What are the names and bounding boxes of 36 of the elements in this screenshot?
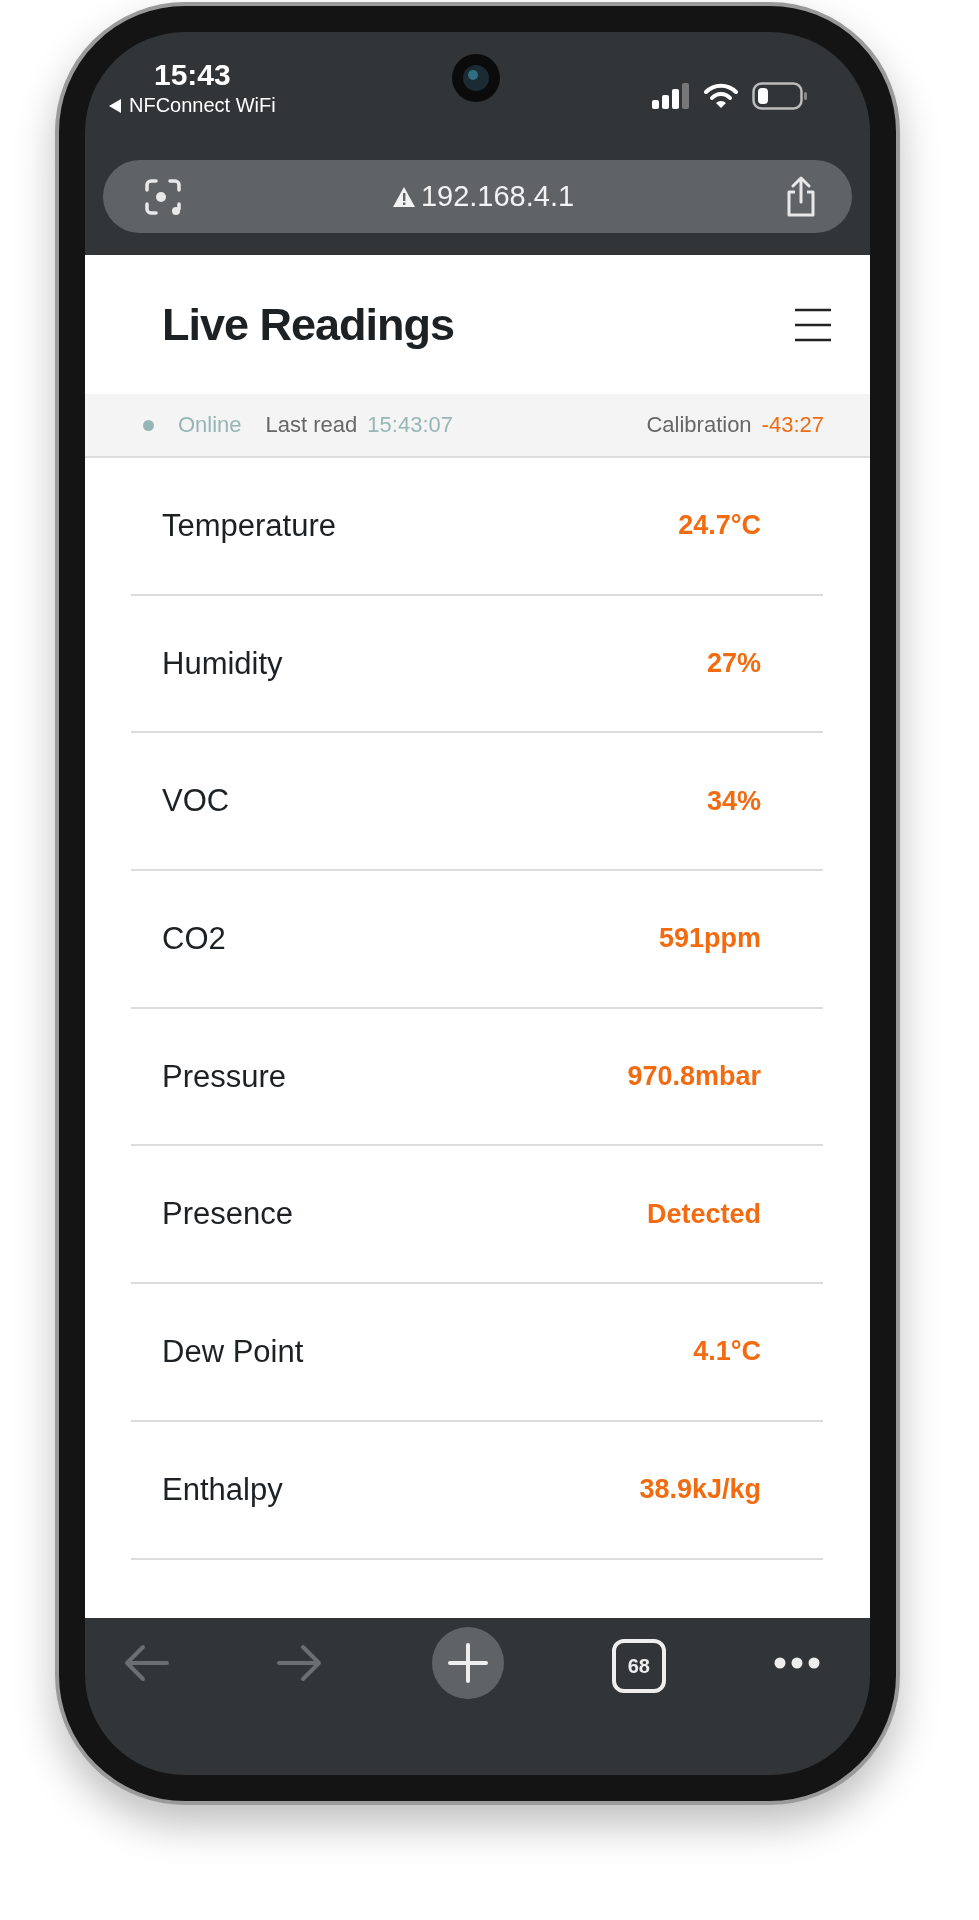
address-bar[interactable]: 192.168.4.1	[103, 160, 852, 233]
calibration-countdown: -43:27	[761, 412, 824, 438]
more-icon[interactable]	[774, 1657, 820, 1669]
reading-value: 38.9kJ/kg	[639, 1474, 761, 1506]
front-camera-icon	[452, 54, 500, 102]
last-read-time: 15:43:07	[367, 412, 453, 438]
battery-icon	[752, 82, 808, 110]
reading-label: Presence	[162, 1196, 293, 1233]
reading-label: Dew Point	[162, 1333, 304, 1370]
reading-value: 970.8mbar	[627, 1061, 761, 1093]
reading-value: 591ppm	[658, 923, 761, 955]
back-triangle-icon[interactable]	[109, 98, 121, 113]
reading-value: 4.1°C	[693, 1336, 761, 1368]
url-text: 192.168.4.1	[420, 180, 575, 213]
camera-search-icon[interactable]	[143, 176, 183, 217]
reading-label: VOC	[162, 783, 230, 820]
reading-label: CO2	[162, 920, 226, 957]
connection-status: Online	[178, 412, 242, 438]
reading-label: Pressure	[162, 1058, 287, 1095]
reading-value: 27%	[706, 648, 761, 680]
reading-label: Enthalpy	[162, 1471, 283, 1508]
tab-count-button[interactable]: 68	[611, 1639, 666, 1693]
back-to-app-link[interactable]: NFConnect WiFi	[129, 94, 276, 117]
signal-icon	[652, 83, 690, 109]
wifi-icon	[704, 83, 738, 109]
reading-label: Humidity	[162, 645, 283, 682]
reading-label: Temperature	[162, 507, 337, 544]
page-title: Live Readings	[162, 298, 455, 351]
reading-value: 24.7°C	[678, 510, 761, 542]
calibration-label: Calibration	[646, 412, 752, 438]
new-tab-button[interactable]	[431, 1627, 504, 1699]
clock-time: 15:43	[154, 58, 231, 92]
menu-icon[interactable]	[794, 307, 832, 342]
reading-value: 34%	[706, 785, 761, 817]
last-read-label: Last read	[265, 412, 358, 438]
reading-value: Detected	[646, 1198, 761, 1230]
